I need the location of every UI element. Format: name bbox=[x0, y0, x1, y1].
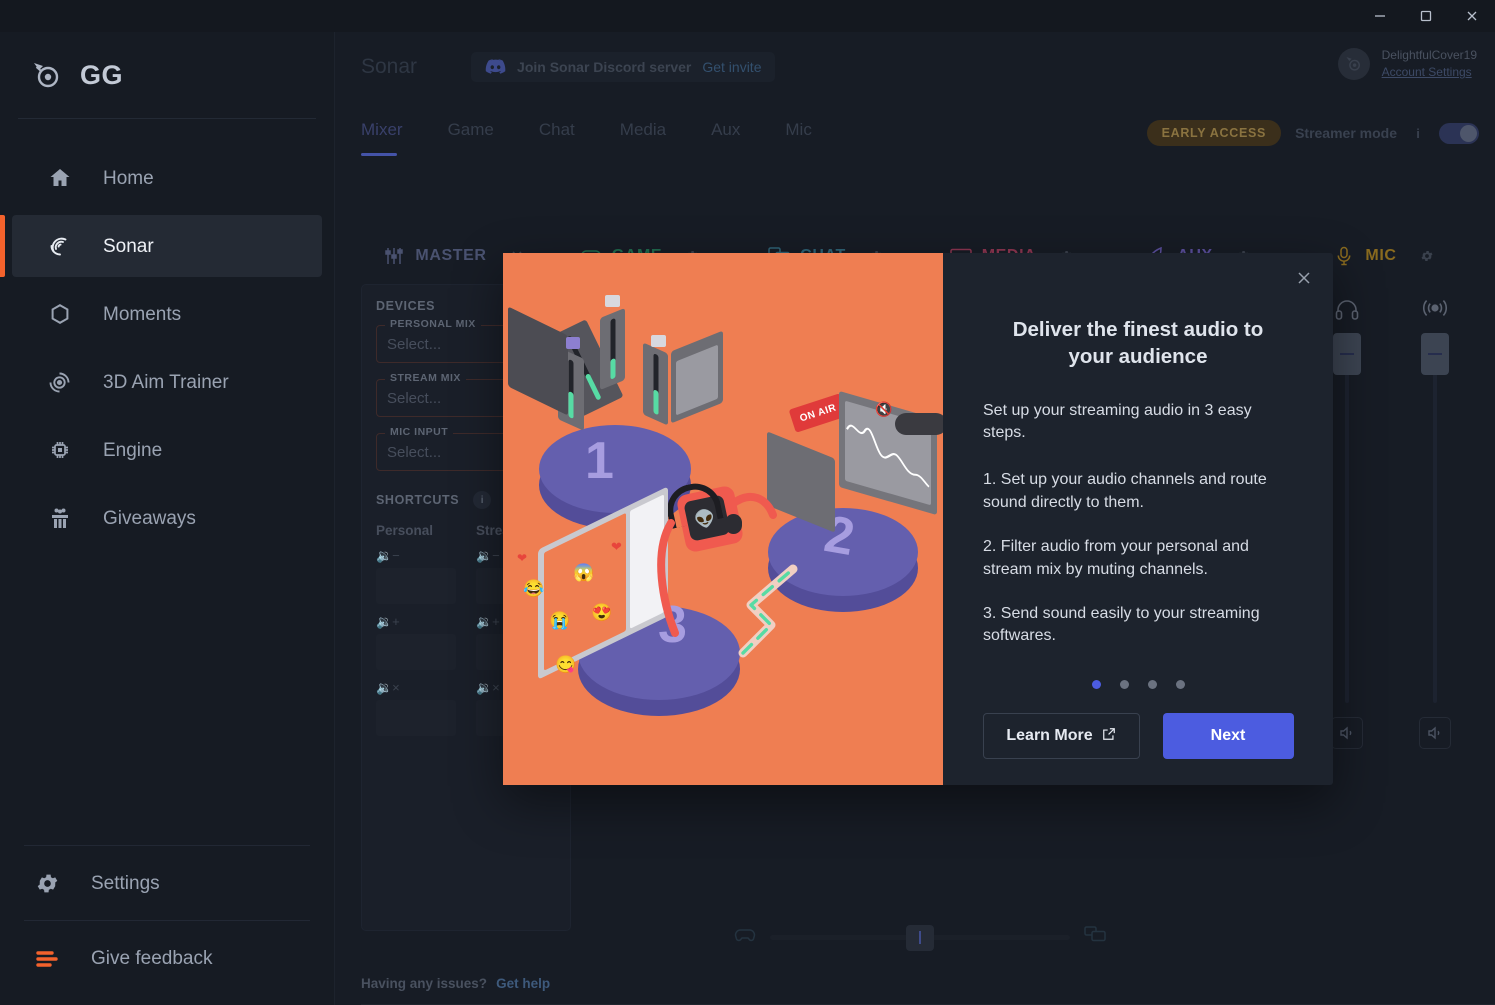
minimize-button[interactable] bbox=[1357, 0, 1403, 32]
carousel-dot[interactable] bbox=[1175, 680, 1185, 689]
modal-step-1: 1. Set up your audio channels and route … bbox=[983, 471, 1267, 511]
app-window: GG Home Sonar Moments 3D Aim Trainer Eng… bbox=[0, 0, 1495, 1005]
external-link-icon bbox=[1102, 727, 1116, 746]
modal-step-3: 3. Send sound easily to your streaming s… bbox=[983, 605, 1260, 645]
close-icon[interactable] bbox=[1291, 265, 1317, 291]
carousel-dot[interactable] bbox=[1147, 680, 1157, 689]
modal-step-2: 2. Filter audio from your personal and s… bbox=[983, 538, 1249, 578]
learn-more-button[interactable]: Learn More bbox=[982, 713, 1140, 759]
modal-title: Deliver the finest audio to your audienc… bbox=[1012, 318, 1264, 368]
modal-overlay: 1 2 3 ON AIR 🔇 👽 😂 😱 😭 😍 😋 ❤ ❤ Deliver t… bbox=[0, 0, 1495, 1005]
carousel-dots bbox=[943, 680, 1333, 689]
modal-actions: Learn More Next bbox=[943, 713, 1333, 759]
modal-lead: Set up your streaming audio in 3 easy st… bbox=[983, 402, 1252, 441]
onboarding-illustration: 1 2 3 ON AIR 🔇 👽 😂 😱 😭 😍 😋 ❤ ❤ bbox=[503, 253, 943, 785]
learn-more-label: Learn More bbox=[1006, 727, 1093, 744]
onboarding-content: Deliver the finest audio to your audienc… bbox=[943, 253, 1333, 785]
maximize-button[interactable] bbox=[1403, 0, 1449, 32]
title-bar bbox=[0, 0, 1495, 32]
onboarding-modal: 1 2 3 ON AIR 🔇 👽 😂 😱 😭 😍 😋 ❤ ❤ Deliver t… bbox=[503, 253, 1333, 785]
next-button[interactable]: Next bbox=[1162, 713, 1294, 759]
carousel-dot[interactable] bbox=[1091, 680, 1101, 689]
carousel-dot[interactable] bbox=[1119, 680, 1129, 689]
close-button[interactable] bbox=[1449, 0, 1495, 32]
